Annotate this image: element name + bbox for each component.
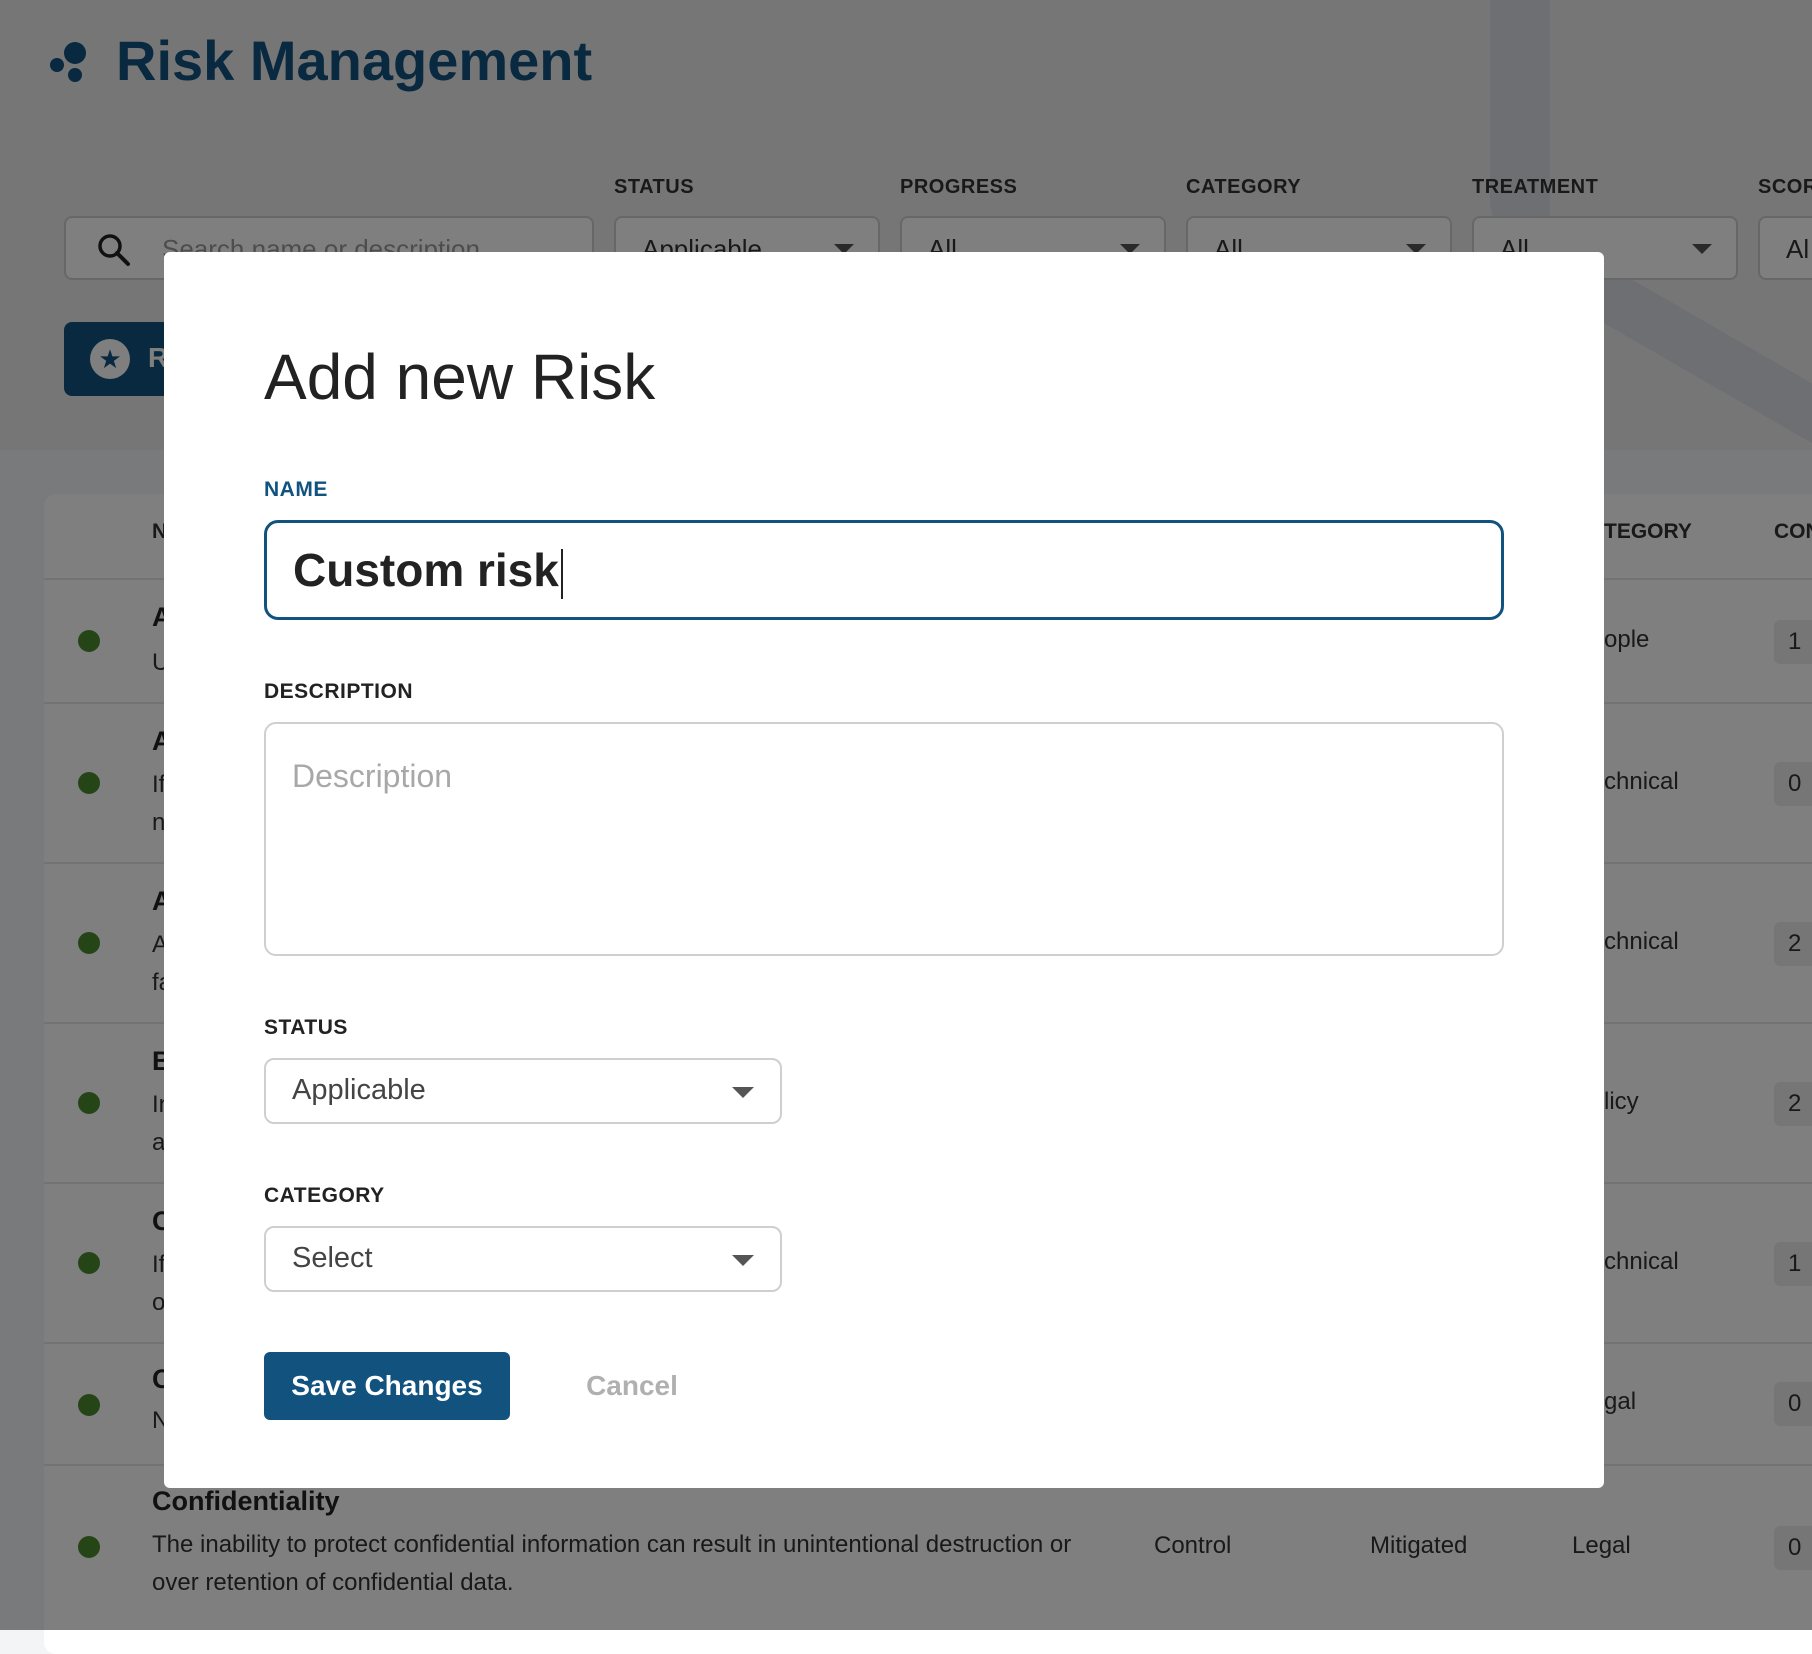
modal-title: Add new Risk <box>264 341 656 413</box>
description-placeholder: Description <box>292 758 453 794</box>
chevron-down-icon <box>732 1087 754 1098</box>
cancel-button[interactable]: Cancel <box>542 1352 722 1420</box>
name-input[interactable]: Custom risk <box>264 520 1504 620</box>
text-cursor <box>560 548 563 599</box>
category-select[interactable]: Select <box>264 1226 782 1292</box>
status-select[interactable]: Applicable <box>264 1058 782 1124</box>
add-risk-modal: Add new Risk NAME Custom risk DESCRIPTIO… <box>164 252 1604 1488</box>
name-input-value: Custom risk <box>293 544 559 596</box>
category-select-value: Select <box>292 1242 373 1274</box>
status-select-value: Applicable <box>292 1074 426 1106</box>
description-label: DESCRIPTION <box>264 680 414 703</box>
status-label: STATUS <box>264 1016 348 1039</box>
category-label: CATEGORY <box>264 1184 385 1207</box>
save-changes-button[interactable]: Save Changes <box>264 1352 510 1420</box>
name-label: NAME <box>264 478 328 501</box>
description-textarea[interactable]: Description <box>264 722 1504 956</box>
chevron-down-icon <box>732 1255 754 1266</box>
